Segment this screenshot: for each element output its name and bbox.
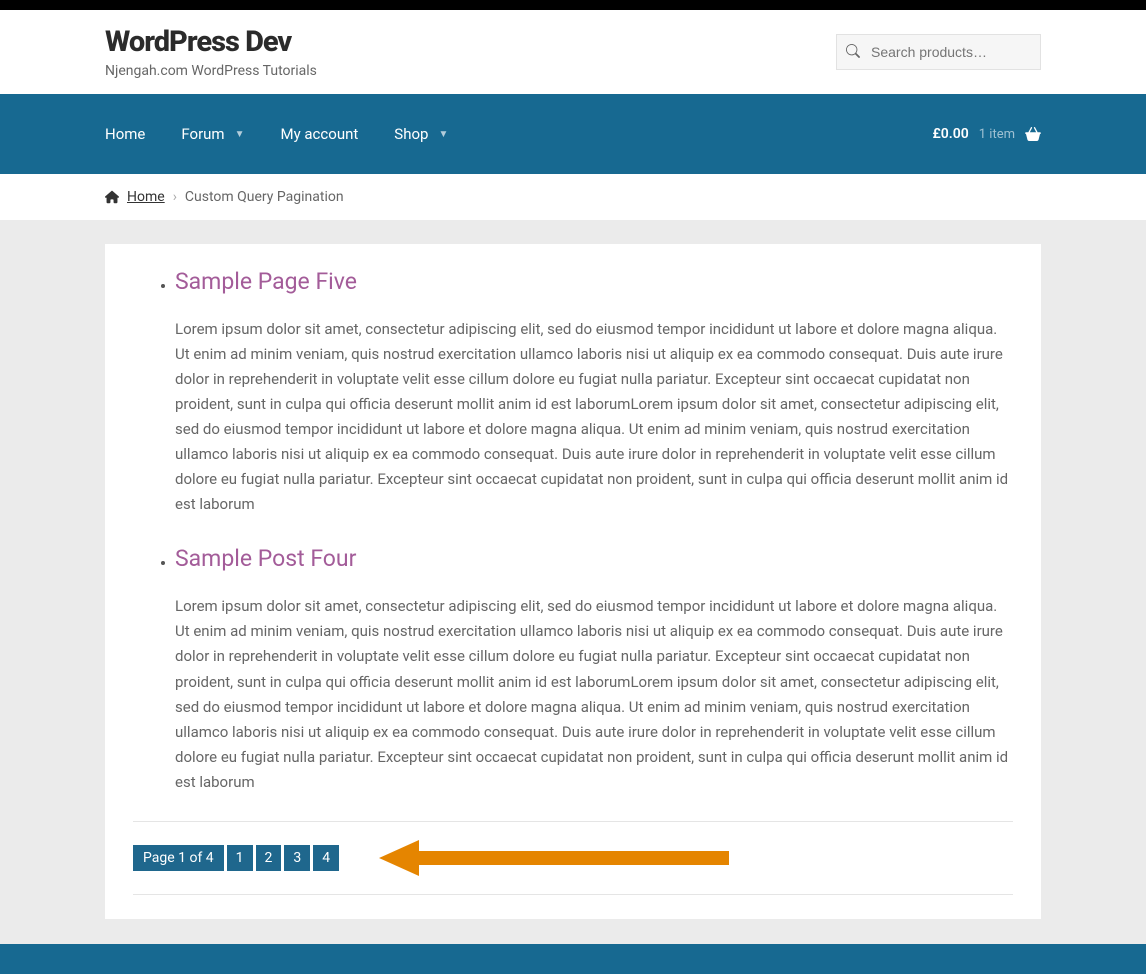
chevron-down-icon: ▼ xyxy=(235,129,245,140)
breadcrumb-current: Custom Query Pagination xyxy=(185,189,344,205)
page-number[interactable]: 1 xyxy=(227,845,253,871)
chevron-down-icon: ▼ xyxy=(438,129,448,140)
site-tagline: Njengah.com WordPress Tutorials xyxy=(105,63,317,79)
page-number[interactable]: 3 xyxy=(284,845,310,871)
product-search xyxy=(836,34,1041,70)
nav-link[interactable]: Shop xyxy=(394,125,428,143)
pagination-row: Page 1 of 4 1 2 3 4 xyxy=(133,821,1013,895)
pagination: Page 1 of 4 1 2 3 4 xyxy=(133,845,339,871)
breadcrumb-separator: › xyxy=(173,189,177,205)
post-title[interactable]: Sample Page Five xyxy=(175,268,1013,295)
post-title[interactable]: Sample Post Four xyxy=(175,545,1013,572)
site-footer xyxy=(0,944,1146,974)
annotation-arrow xyxy=(379,840,729,876)
nav-item-home[interactable]: Home xyxy=(105,125,163,143)
content-card: Sample Page Five Lorem ipsum dolor sit a… xyxy=(105,244,1041,919)
arrow-head-icon xyxy=(379,840,419,876)
breadcrumb-home-link[interactable]: Home xyxy=(127,189,165,205)
nav-link[interactable]: Forum xyxy=(181,125,224,143)
nav-item-forum[interactable]: Forum ▼ xyxy=(163,125,262,143)
cart-count: 1 item xyxy=(979,127,1015,142)
post-list: Sample Page Five xyxy=(133,268,1013,295)
nav-link[interactable]: Home xyxy=(105,125,145,143)
post-content: Lorem ipsum dolor sit amet, consectetur … xyxy=(175,317,1013,517)
cart-amount: £0.00 xyxy=(932,126,968,142)
nav-menu: Home Forum ▼ My account Shop ▼ xyxy=(105,125,466,143)
pagination-status: Page 1 of 4 xyxy=(133,845,224,871)
page-number[interactable]: 4 xyxy=(313,845,339,871)
page-number[interactable]: 2 xyxy=(256,845,282,871)
nav-item-shop[interactable]: Shop ▼ xyxy=(376,125,466,143)
site-branding: WordPress Dev Njengah.com WordPress Tuto… xyxy=(105,25,317,79)
post-list: Sample Post Four xyxy=(133,545,1013,572)
list-item: Sample Page Five xyxy=(175,268,1013,295)
main-content: Sample Page Five Lorem ipsum dolor sit a… xyxy=(0,220,1146,919)
site-title[interactable]: WordPress Dev xyxy=(105,25,317,59)
cart-link[interactable]: £0.00 1 item xyxy=(932,126,1041,142)
site-header: WordPress Dev Njengah.com WordPress Tuto… xyxy=(0,10,1146,94)
search-input[interactable] xyxy=(836,34,1041,70)
home-icon xyxy=(105,190,119,204)
nav-link[interactable]: My account xyxy=(280,125,358,143)
post-content: Lorem ipsum dolor sit amet, consectetur … xyxy=(175,594,1013,794)
nav-item-account[interactable]: My account xyxy=(262,125,376,143)
arrow-line xyxy=(419,851,729,865)
list-item: Sample Post Four xyxy=(175,545,1013,572)
search-icon xyxy=(846,44,860,58)
main-nav: Home Forum ▼ My account Shop ▼ £0.00 1 i… xyxy=(0,94,1146,174)
basket-icon xyxy=(1025,127,1041,141)
breadcrumb: Home › Custom Query Pagination xyxy=(105,189,1041,205)
breadcrumb-area: Home › Custom Query Pagination xyxy=(0,174,1146,220)
admin-topbar xyxy=(0,0,1146,10)
